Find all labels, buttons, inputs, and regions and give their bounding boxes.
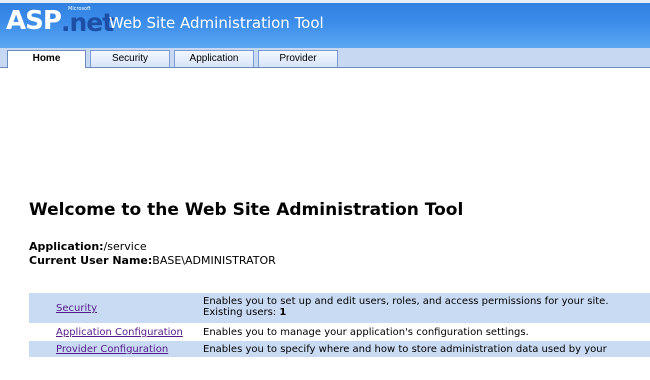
- current-user-value: BASE\ADMINISTRATOR: [152, 254, 276, 267]
- provider-configuration-link[interactable]: Provider Configuration: [56, 344, 168, 355]
- table-row: Application Configuration Enables you to…: [29, 324, 650, 340]
- logo-net-text: .net: [61, 8, 114, 37]
- application-info: Application:/service: [29, 240, 147, 253]
- tab-home[interactable]: Home: [7, 50, 86, 68]
- provider-configuration-description: Enables you to specify where and how to …: [195, 341, 650, 357]
- table-row: Provider Configuration Enables you to sp…: [29, 341, 650, 357]
- tab-security-label: Security: [111, 53, 149, 64]
- current-user-info: Current User Name:BASE\ADMINISTRATOR: [29, 254, 276, 267]
- table-row: Security Enables you to set up and edit …: [29, 293, 650, 323]
- tab-application[interactable]: Application: [174, 50, 254, 67]
- admin-links-table: Security Enables you to set up and edit …: [29, 292, 650, 358]
- tab-application-label: Application: [189, 53, 239, 64]
- tab-home-label: Home: [32, 53, 61, 64]
- existing-users-count: 1: [279, 307, 287, 318]
- tab-provider-label: Provider: [279, 53, 317, 64]
- tab-provider[interactable]: Provider: [258, 50, 338, 67]
- application-configuration-description: Enables you to manage your application's…: [195, 324, 650, 340]
- page-title: Welcome to the Web Site Administration T…: [29, 200, 464, 220]
- security-description: Enables you to set up and edit users, ro…: [203, 296, 609, 307]
- application-configuration-link[interactable]: Application Configuration: [56, 327, 183, 338]
- aspnet-logo: ASP Microsoft .net: [6, 6, 114, 40]
- header-top-strip: [0, 0, 650, 3]
- logo-asp-text: ASP: [6, 6, 62, 36]
- application-label: Application:: [29, 240, 104, 253]
- application-value: /service: [103, 240, 147, 253]
- app-title: Web Site Administration Tool: [109, 14, 324, 32]
- existing-users-label: Existing users:: [203, 307, 280, 318]
- security-link[interactable]: Security: [56, 303, 97, 314]
- tab-bar: Home Security Application Provider: [0, 48, 650, 68]
- existing-users-info: Existing users: 1: [203, 307, 650, 318]
- tab-security[interactable]: Security: [90, 50, 170, 67]
- current-user-label: Current User Name:: [29, 254, 153, 267]
- header-banner: ASP Microsoft .net Web Site Administrati…: [0, 0, 650, 48]
